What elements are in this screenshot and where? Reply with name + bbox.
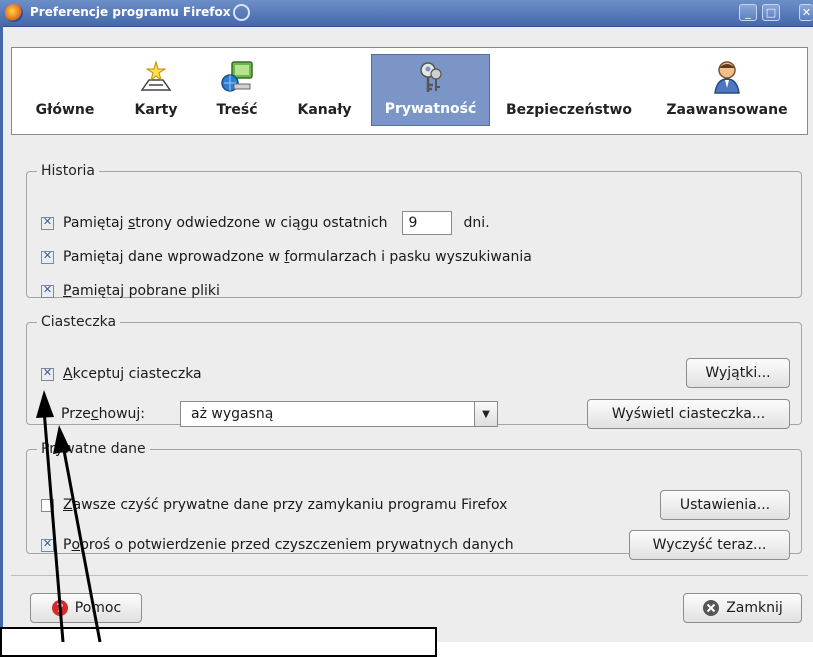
chevron-down-icon[interactable]: ▼ — [474, 402, 497, 426]
private-data-legend: Prywatne dane — [41, 441, 146, 457]
window-title: Preferencje programu Firefox — [30, 5, 231, 19]
ask-before-clear-checkbox[interactable] — [41, 537, 54, 552]
pane-advanced[interactable]: Zaawansowane — [652, 54, 802, 126]
window-border — [0, 26, 3, 642]
keep-until-select[interactable]: aż wygasną ▼ — [180, 401, 498, 427]
history-group: Historia Pamiętaj strony odwiedzone w ci… — [26, 163, 802, 301]
tabs-icon — [140, 60, 172, 91]
advanced-icon — [714, 61, 740, 94]
maximize-button[interactable]: □ — [762, 4, 780, 21]
annotation-callout-box — [0, 627, 437, 657]
pane-label: Karty — [134, 102, 178, 118]
days-label: dni. — [463, 215, 490, 231]
pane-general[interactable]: Główne — [30, 54, 100, 126]
pane-security[interactable]: Bezpieczeństwo — [501, 54, 637, 126]
always-clear-row[interactable]: Zawsze czyść prywatne dane przy zamykani… — [41, 495, 507, 515]
pane-label: Główne — [35, 102, 95, 118]
cookies-legend: Ciasteczka — [41, 314, 117, 330]
pane-label: Zaawansowane — [666, 102, 788, 118]
keep-until-label: Prze c howuj: — [61, 406, 145, 422]
exceptions-button[interactable]: Wy j ątki... — [686, 358, 790, 388]
preferences-window: Preferencje programu Firefox _ □ ✕ Główn… — [0, 0, 813, 642]
clear-now-button[interactable]: Wyczyść teraz... — [629, 530, 790, 560]
remember-downloads-checkbox[interactable] — [41, 283, 54, 298]
content-icon — [221, 61, 253, 92]
keys-icon — [419, 62, 442, 92]
close-button[interactable]: Zamknij — [683, 593, 802, 623]
firefox-icon — [5, 4, 23, 22]
ask-before-clear-row[interactable]: Poproś o potwierdzenie przed czyszczenie… — [41, 535, 514, 555]
svg-text:?: ? — [56, 601, 63, 615]
compiz-icon — [233, 4, 250, 21]
pane-selector: Główne Karty Treść Kanały Prywatność Bez… — [11, 47, 808, 135]
title-bar[interactable]: Preferencje programu Firefox _ □ ✕ — [0, 0, 813, 27]
pane-feeds[interactable]: Kanały — [287, 54, 362, 126]
pane-privacy[interactable]: Prywatność — [371, 54, 490, 126]
settings-button[interactable]: Ustawienia... — [660, 490, 790, 520]
private-data-group: Prywatne dane Zawsze czyść prywatne dane… — [26, 441, 802, 560]
pane-tabs[interactable]: Karty — [127, 54, 185, 126]
remember-visited-checkbox[interactable] — [41, 215, 54, 230]
pane-label: Bezpieczeństwo — [505, 102, 633, 118]
pane-label: Kanały — [297, 102, 352, 118]
remember-downloads-row[interactable]: Pamiętaj pobrane pliki — [41, 281, 220, 301]
pane-content[interactable]: Treść — [207, 54, 267, 126]
remember-forms-checkbox[interactable] — [41, 249, 54, 264]
pane-label: Prywatność — [384, 101, 477, 117]
minimize-button[interactable]: _ — [739, 4, 757, 21]
help-button[interactable]: ? Pomoc — [30, 593, 142, 623]
close-icon — [703, 600, 720, 616]
close-window-button[interactable]: ✕ — [799, 4, 813, 21]
cookies-group: Ciasteczka Akceptuj ciasteczka Wyjątki..… — [26, 314, 802, 429]
accept-cookies-row[interactable]: Akceptuj ciasteczka — [41, 364, 202, 384]
show-cookies-button[interactable]: Wyświetl ciasteczka... — [587, 399, 790, 429]
help-icon: ? — [51, 600, 68, 616]
days-input[interactable]: 9 — [401, 211, 452, 235]
remember-visited-row[interactable]: Pamiętaj strony odwiedzone w ciągu ostat… — [41, 211, 490, 235]
history-legend: Historia — [41, 163, 95, 179]
remember-forms-row[interactable]: Pamiętaj dane wprowadzone w formularzach… — [41, 247, 532, 267]
footer-separator — [11, 575, 808, 576]
pane-label: Treść — [216, 102, 258, 118]
always-clear-checkbox[interactable] — [41, 498, 54, 512]
accept-cookies-checkbox[interactable] — [41, 366, 54, 381]
